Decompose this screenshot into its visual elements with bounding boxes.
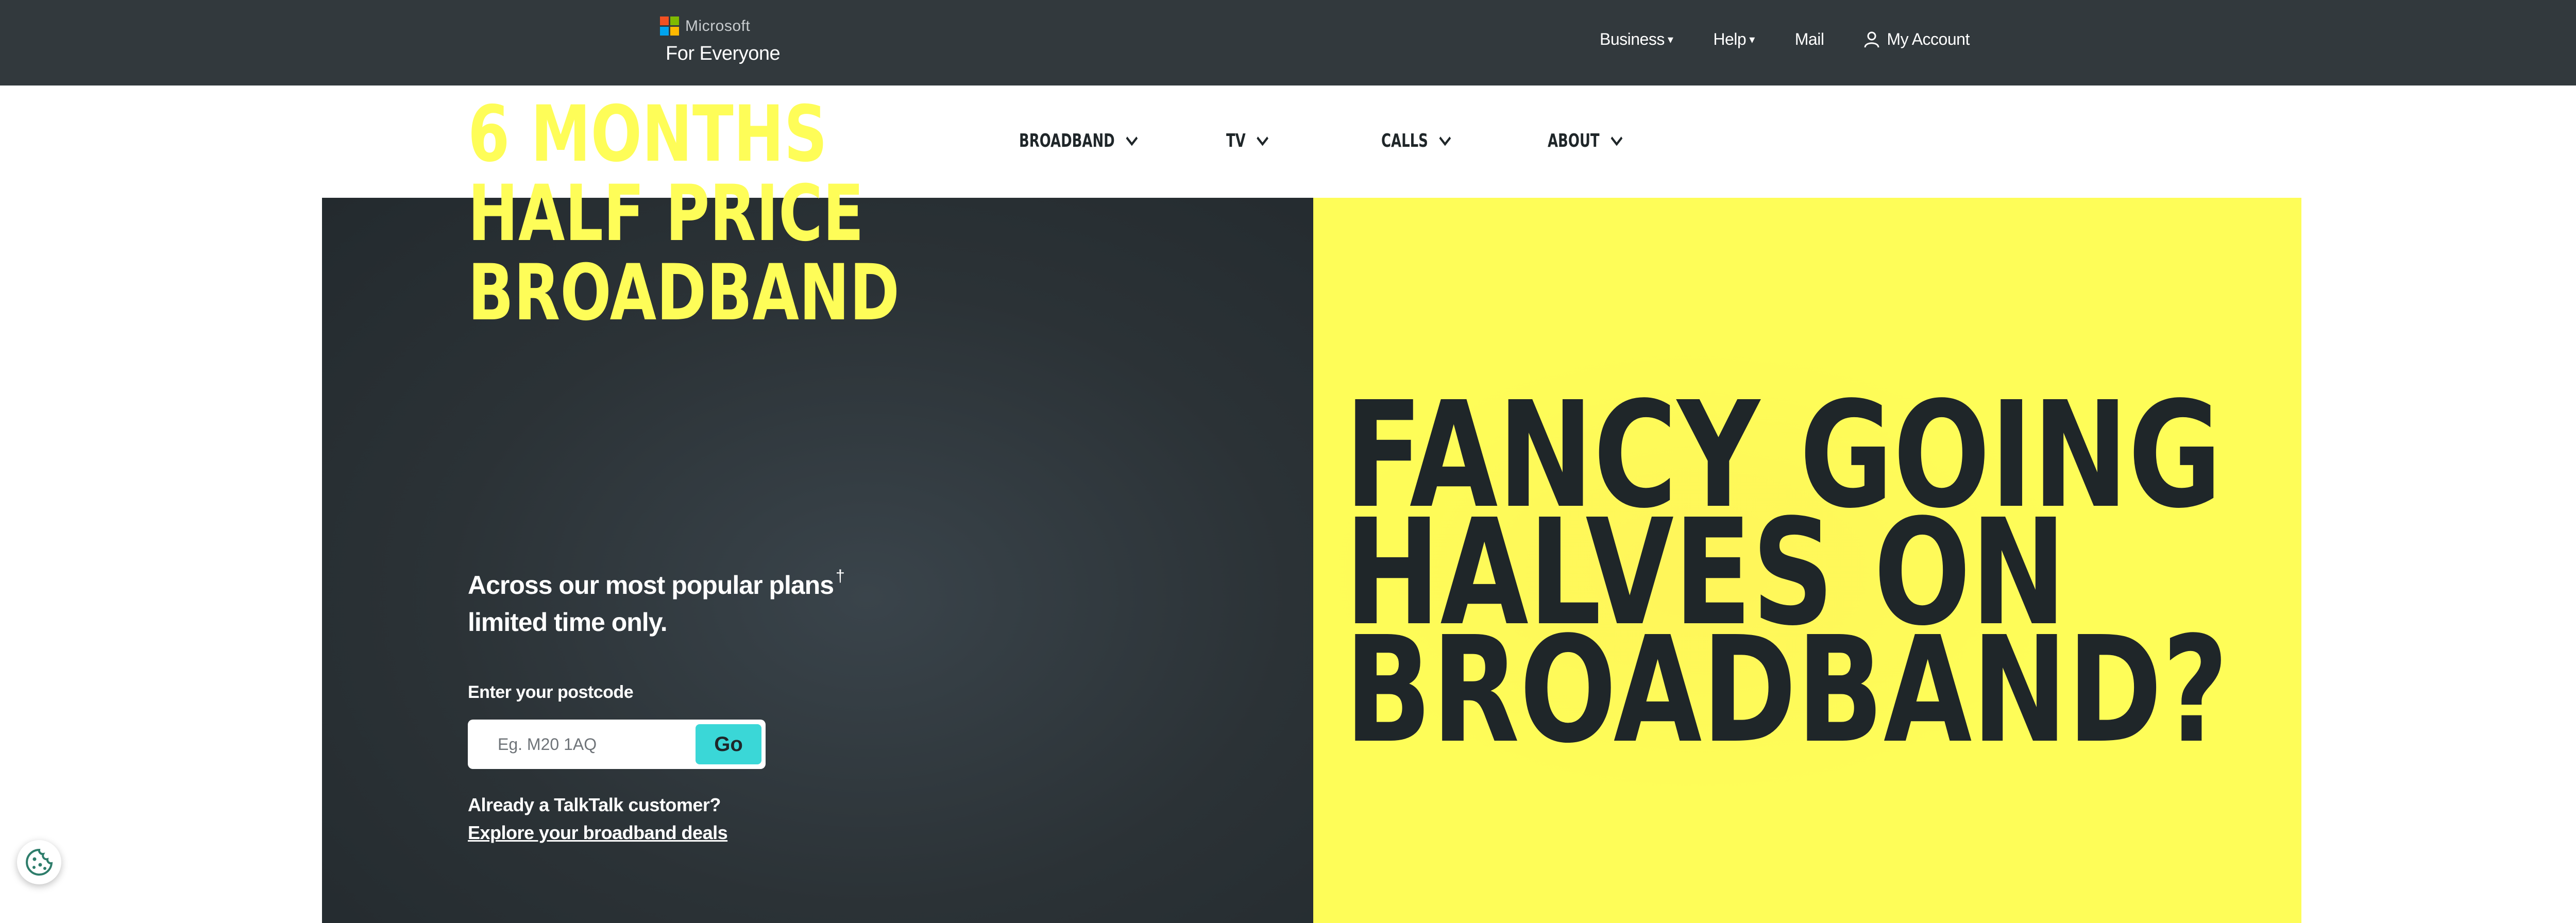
main-nav: BROADBAND TV CALLS ABOUT [0, 130, 2576, 161]
dropdown-arrow-icon: ▾ [1667, 32, 1673, 46]
logo-text: Microsoft [685, 17, 751, 35]
postcode-label: Enter your postcode [468, 682, 634, 702]
nav-calls[interactable]: CALLS [1381, 130, 1452, 151]
explore-deals-link[interactable]: Explore your broadband deals [468, 822, 728, 844]
subcopy-line: limited time only. [468, 608, 668, 637]
nav-about-label: ABOUT [1548, 130, 1600, 151]
headline-line: BROADBAND [468, 248, 900, 338]
nav-business[interactable]: Business ▾ [1600, 30, 1673, 49]
hero-subcopy: Across our most popular plans † limited t… [468, 557, 859, 641]
chevron-down-icon [1257, 136, 1269, 146]
nav-tv[interactable]: TV [1226, 130, 1269, 151]
nav-business-label: Business [1600, 30, 1665, 48]
go-button[interactable]: Go [696, 724, 761, 764]
nav-calls-label: CALLS [1381, 130, 1428, 151]
cookie-settings-button[interactable] [17, 840, 61, 884]
headline-line: HALF PRICE [468, 169, 864, 259]
dropdown-arrow-icon: ▾ [1749, 32, 1755, 46]
chevron-down-icon [1611, 136, 1623, 146]
subcopy-line: Across our most popular plans [468, 571, 834, 600]
top-header: Microsoft For Everyone Business ▾ Help ▾… [0, 0, 2576, 86]
user-icon [1864, 31, 1879, 47]
promo-panel-text: FANCY GOING HALVES ON BROADBAND? [1345, 382, 2229, 775]
utility-nav: Business ▾ Help ▾ Mail My Account [1600, 30, 1970, 49]
microsoft-logo: Microsoft [660, 16, 780, 36]
hero-headline: 6 MONTHS HALF PRICE BROADBAND [468, 95, 900, 333]
brand-tagline: For Everyone [666, 43, 781, 64]
nav-mail-label: Mail [1794, 30, 1824, 48]
postcode-input[interactable] [475, 725, 691, 764]
nav-help[interactable]: Help ▾ [1713, 30, 1755, 49]
nav-tv-label: TV [1226, 130, 1246, 151]
nav-broadband-label: BROADBAND [1019, 130, 1115, 151]
nav-about[interactable]: ABOUT [1548, 130, 1623, 151]
brand-logo[interactable]: Microsoft For Everyone [660, 16, 781, 65]
nav-broadband[interactable]: BROADBAND [1019, 130, 1139, 151]
chevron-down-icon [1126, 136, 1138, 146]
existing-customer-text: Already a TalkTalk customer? [468, 794, 721, 815]
promo-line: BROADBAND? [1345, 605, 2229, 775]
nav-mail[interactable]: Mail [1795, 30, 1824, 49]
my-account-link[interactable]: My Account [1864, 30, 1970, 49]
cookie-icon [26, 848, 53, 876]
dagger-footnote-mark: † [836, 567, 845, 585]
headline-line: 6 MONTHS [468, 90, 827, 179]
microsoft-logo-icon [660, 16, 679, 36]
my-account-label: My Account [1887, 30, 1970, 48]
nav-help-label: Help [1713, 30, 1747, 48]
chevron-down-icon [1439, 136, 1451, 146]
postcode-form: Go [468, 720, 766, 769]
